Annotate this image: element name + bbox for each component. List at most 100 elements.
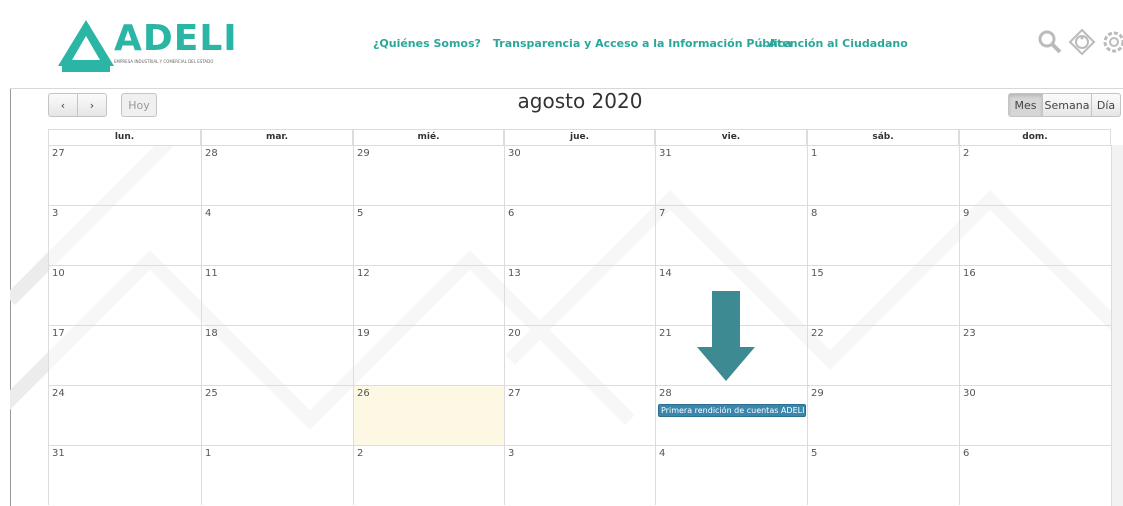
day-number: 13 bbox=[508, 268, 521, 279]
calendar-scrollbar[interactable] bbox=[1111, 145, 1123, 506]
chevron-down-icon: ⌄ bbox=[757, 40, 765, 50]
site-header: ADELI EMPRESA INDUSTRIAL Y COMERCIAL DEL… bbox=[10, 0, 1123, 89]
day-cell[interactable]: 10 bbox=[48, 265, 201, 325]
day-number: 12 bbox=[357, 268, 370, 279]
day-cell[interactable]: 25 bbox=[201, 385, 353, 445]
annotation-arrow-icon bbox=[697, 291, 755, 381]
day-cell[interactable]: 4 bbox=[655, 445, 807, 505]
day-cell[interactable]: 18 bbox=[201, 325, 353, 385]
day-number: 24 bbox=[52, 388, 65, 399]
day-cell[interactable]: 26 bbox=[353, 385, 504, 445]
adeli-logo[interactable]: ADELI EMPRESA INDUSTRIAL Y COMERCIAL DEL… bbox=[46, 18, 237, 74]
day-cell[interactable]: 9 bbox=[959, 205, 1111, 265]
day-cell[interactable]: 2 bbox=[353, 445, 504, 505]
day-number: 22 bbox=[811, 328, 824, 339]
settings-icon[interactable] bbox=[1100, 28, 1123, 56]
search-icon[interactable] bbox=[1036, 28, 1064, 56]
day-number: 3 bbox=[508, 448, 515, 459]
today-button[interactable]: Hoy bbox=[121, 93, 157, 117]
day-cell[interactable]: 4 bbox=[201, 205, 353, 265]
day-number: 16 bbox=[963, 268, 976, 279]
day-number: 10 bbox=[52, 268, 65, 279]
day-number: 27 bbox=[52, 148, 65, 159]
day-number: 26 bbox=[357, 388, 370, 399]
day-number: 3 bbox=[52, 208, 59, 219]
day-cell[interactable]: 12 bbox=[353, 265, 504, 325]
nav-atencion-ciudadano[interactable]: ⌄ Atención al Ciudadano bbox=[757, 37, 908, 50]
day-cell[interactable]: 11 bbox=[201, 265, 353, 325]
logo-text: ADELI bbox=[114, 18, 238, 59]
day-cell[interactable]: 20 bbox=[504, 325, 655, 385]
day-number: 20 bbox=[508, 328, 521, 339]
weekday-1: mar. bbox=[201, 129, 353, 145]
day-number: 21 bbox=[659, 328, 672, 339]
day-number: 9 bbox=[963, 208, 970, 219]
day-number: 27 bbox=[508, 388, 521, 399]
day-cell[interactable]: 5 bbox=[353, 205, 504, 265]
day-cell[interactable]: 8 bbox=[807, 205, 959, 265]
day-cell[interactable]: 3 bbox=[48, 205, 201, 265]
day-cell[interactable]: 19 bbox=[353, 325, 504, 385]
calendar-title: agosto 2020 bbox=[517, 89, 643, 113]
day-number: 25 bbox=[205, 388, 218, 399]
day-cell[interactable]: 5 bbox=[807, 445, 959, 505]
calendar-grid: lun. mar. mié. jue. vie. sáb. dom. 27 28 29 30 31 1… bbox=[48, 129, 1123, 506]
day-number: 29 bbox=[357, 148, 370, 159]
day-cell[interactable]: 24 bbox=[48, 385, 201, 445]
day-cell[interactable]: 23 bbox=[959, 325, 1111, 385]
day-cell[interactable]: 17 bbox=[48, 325, 201, 385]
prev-button[interactable]: ‹ bbox=[48, 93, 78, 117]
day-cell[interactable]: 27 bbox=[48, 145, 201, 205]
day-cell[interactable]: 15 bbox=[807, 265, 959, 325]
day-cell[interactable]: 3 bbox=[504, 445, 655, 505]
day-cell[interactable]: 30 bbox=[504, 145, 655, 205]
day-number: 1 bbox=[811, 148, 818, 159]
day-cell[interactable]: 6 bbox=[504, 205, 655, 265]
day-cell[interactable]: 30 bbox=[959, 385, 1111, 445]
accessibility-icon[interactable] bbox=[1068, 28, 1096, 56]
weekday-4: vie. bbox=[655, 129, 807, 145]
day-number: 28 bbox=[205, 148, 218, 159]
day-cell[interactable]: 1 bbox=[807, 145, 959, 205]
day-number: 31 bbox=[659, 148, 672, 159]
day-cell[interactable]: 7 bbox=[655, 205, 807, 265]
nav-atencion-label: Atención al Ciudadano bbox=[768, 37, 908, 50]
day-number: 17 bbox=[52, 328, 65, 339]
day-cell[interactable]: 29 bbox=[807, 385, 959, 445]
day-cell[interactable]: 6 bbox=[959, 445, 1111, 505]
day-number: 7 bbox=[659, 208, 666, 219]
day-cell[interactable]: 31 bbox=[655, 145, 807, 205]
day-number: 2 bbox=[963, 148, 970, 159]
day-cell[interactable]: 1 bbox=[201, 445, 353, 505]
next-button[interactable]: › bbox=[77, 93, 107, 117]
view-day-button[interactable]: Día bbox=[1091, 93, 1121, 117]
day-number: 30 bbox=[508, 148, 521, 159]
nav-quienes-somos[interactable]: ¿Quiénes Somos? bbox=[373, 37, 481, 50]
day-cell[interactable]: 22 bbox=[807, 325, 959, 385]
calendar-event[interactable]: Primera rendición de cuentas ADELI 2 bbox=[658, 404, 806, 417]
logo-mark-icon bbox=[58, 20, 114, 72]
weekday-0: lun. bbox=[48, 129, 201, 145]
day-number: 30 bbox=[963, 388, 976, 399]
day-cell[interactable]: 28 bbox=[201, 145, 353, 205]
day-number: 6 bbox=[963, 448, 970, 459]
weekday-6: dom. bbox=[959, 129, 1111, 145]
day-number: 4 bbox=[659, 448, 666, 459]
day-number: 6 bbox=[508, 208, 515, 219]
view-week-button[interactable]: Semana bbox=[1042, 93, 1092, 117]
day-number: 5 bbox=[357, 208, 364, 219]
day-cell[interactable]: 27 bbox=[504, 385, 655, 445]
day-cell[interactable]: 16 bbox=[959, 265, 1111, 325]
logo-subtitle: EMPRESA INDUSTRIAL Y COMERCIAL DEL ESTAD… bbox=[114, 59, 214, 64]
day-cell[interactable]: 31 bbox=[48, 445, 201, 505]
weekday-3: jue. bbox=[504, 129, 655, 145]
day-cell[interactable]: 2 bbox=[959, 145, 1111, 205]
nav-transparencia[interactable]: Transparencia y Acceso a la Información … bbox=[493, 37, 792, 50]
weekday-header: lun. mar. mié. jue. vie. sáb. dom. bbox=[48, 129, 1123, 145]
day-cell[interactable]: 29 bbox=[353, 145, 504, 205]
view-month-button[interactable]: Mes bbox=[1008, 93, 1043, 117]
day-number: 23 bbox=[963, 328, 976, 339]
weekday-5: sáb. bbox=[807, 129, 959, 145]
day-cell[interactable]: 28 Primera rendición de cuentas ADELI 2 bbox=[655, 385, 807, 445]
day-cell[interactable]: 13 bbox=[504, 265, 655, 325]
